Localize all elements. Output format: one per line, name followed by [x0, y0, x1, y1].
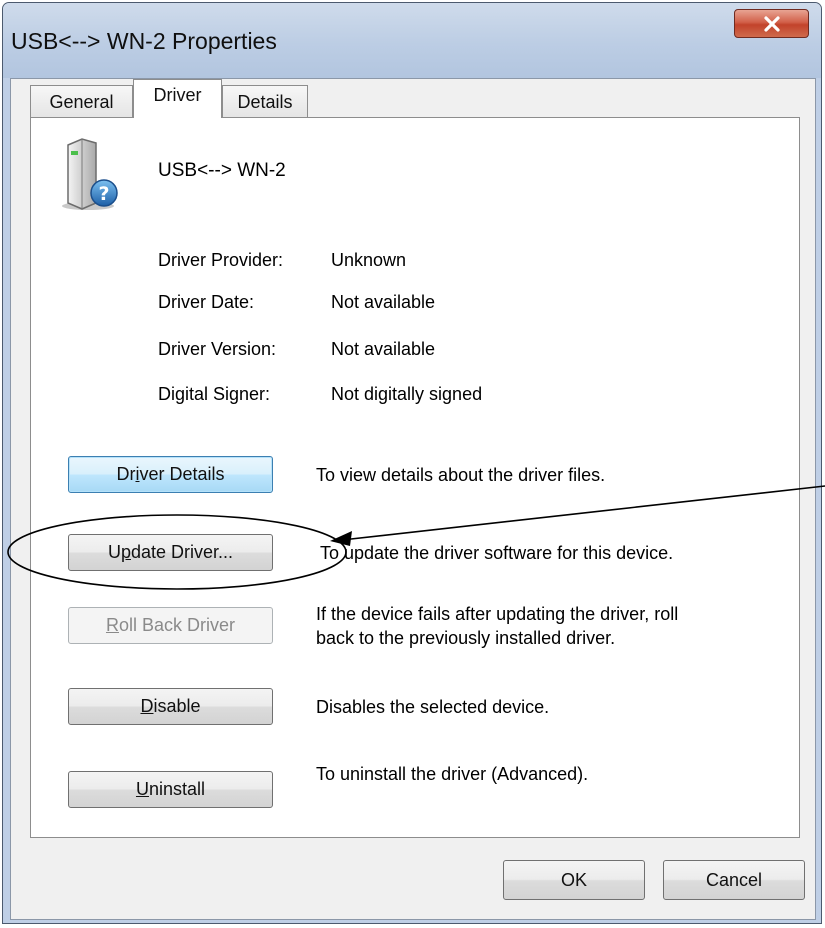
title-bar[interactable]: USB<--> WN-2 Properties — [3, 3, 821, 78]
device-name: USB<--> WN-2 — [158, 160, 286, 181]
window-title: USB<--> WN-2 Properties — [11, 28, 277, 54]
driver-provider-label: Driver Provider: — [158, 250, 284, 270]
cancel-button[interactable]: Cancel — [663, 860, 805, 900]
driver-version-label: Driver Version: — [158, 339, 277, 359]
driver-details-description: To view details about the driver files. — [316, 465, 606, 485]
driver-provider-value: Unknown — [331, 250, 407, 270]
driver-details-button[interactable]: Driver Details — [68, 456, 273, 493]
update-driver-button[interactable]: Update Driver... — [68, 534, 273, 571]
uninstall-description: To uninstall the driver (Advanced). — [316, 764, 589, 784]
close-icon — [764, 16, 780, 32]
disable-description: Disables the selected device. — [316, 697, 550, 717]
tab-general[interactable]: General — [30, 85, 133, 118]
tab-driver[interactable]: Driver — [133, 79, 222, 118]
unknown-device-icon: ? — [62, 138, 118, 210]
driver-version-value: Not available — [331, 339, 436, 359]
svg-text:?: ? — [98, 183, 109, 205]
roll-back-description-line1: If the device fails after updating the d… — [316, 604, 679, 624]
driver-date-label: Driver Date: — [158, 292, 255, 312]
tab-details[interactable]: Details — [222, 85, 308, 118]
digital-signer-label: Digital Signer: — [158, 384, 271, 404]
driver-date-value: Not available — [331, 292, 436, 312]
roll-back-driver-button[interactable]: Roll Back Driver — [68, 607, 273, 644]
disable-button[interactable]: Disable — [68, 688, 273, 725]
update-driver-description: To update the driver software for this d… — [320, 543, 674, 563]
roll-back-description-line2: back to the previously installed driver. — [316, 628, 616, 648]
digital-signer-value: Not digitally signed — [331, 384, 483, 404]
uninstall-button[interactable]: Uninstall — [68, 771, 273, 808]
close-button[interactable] — [734, 9, 809, 38]
ok-button[interactable]: OK — [503, 860, 645, 900]
